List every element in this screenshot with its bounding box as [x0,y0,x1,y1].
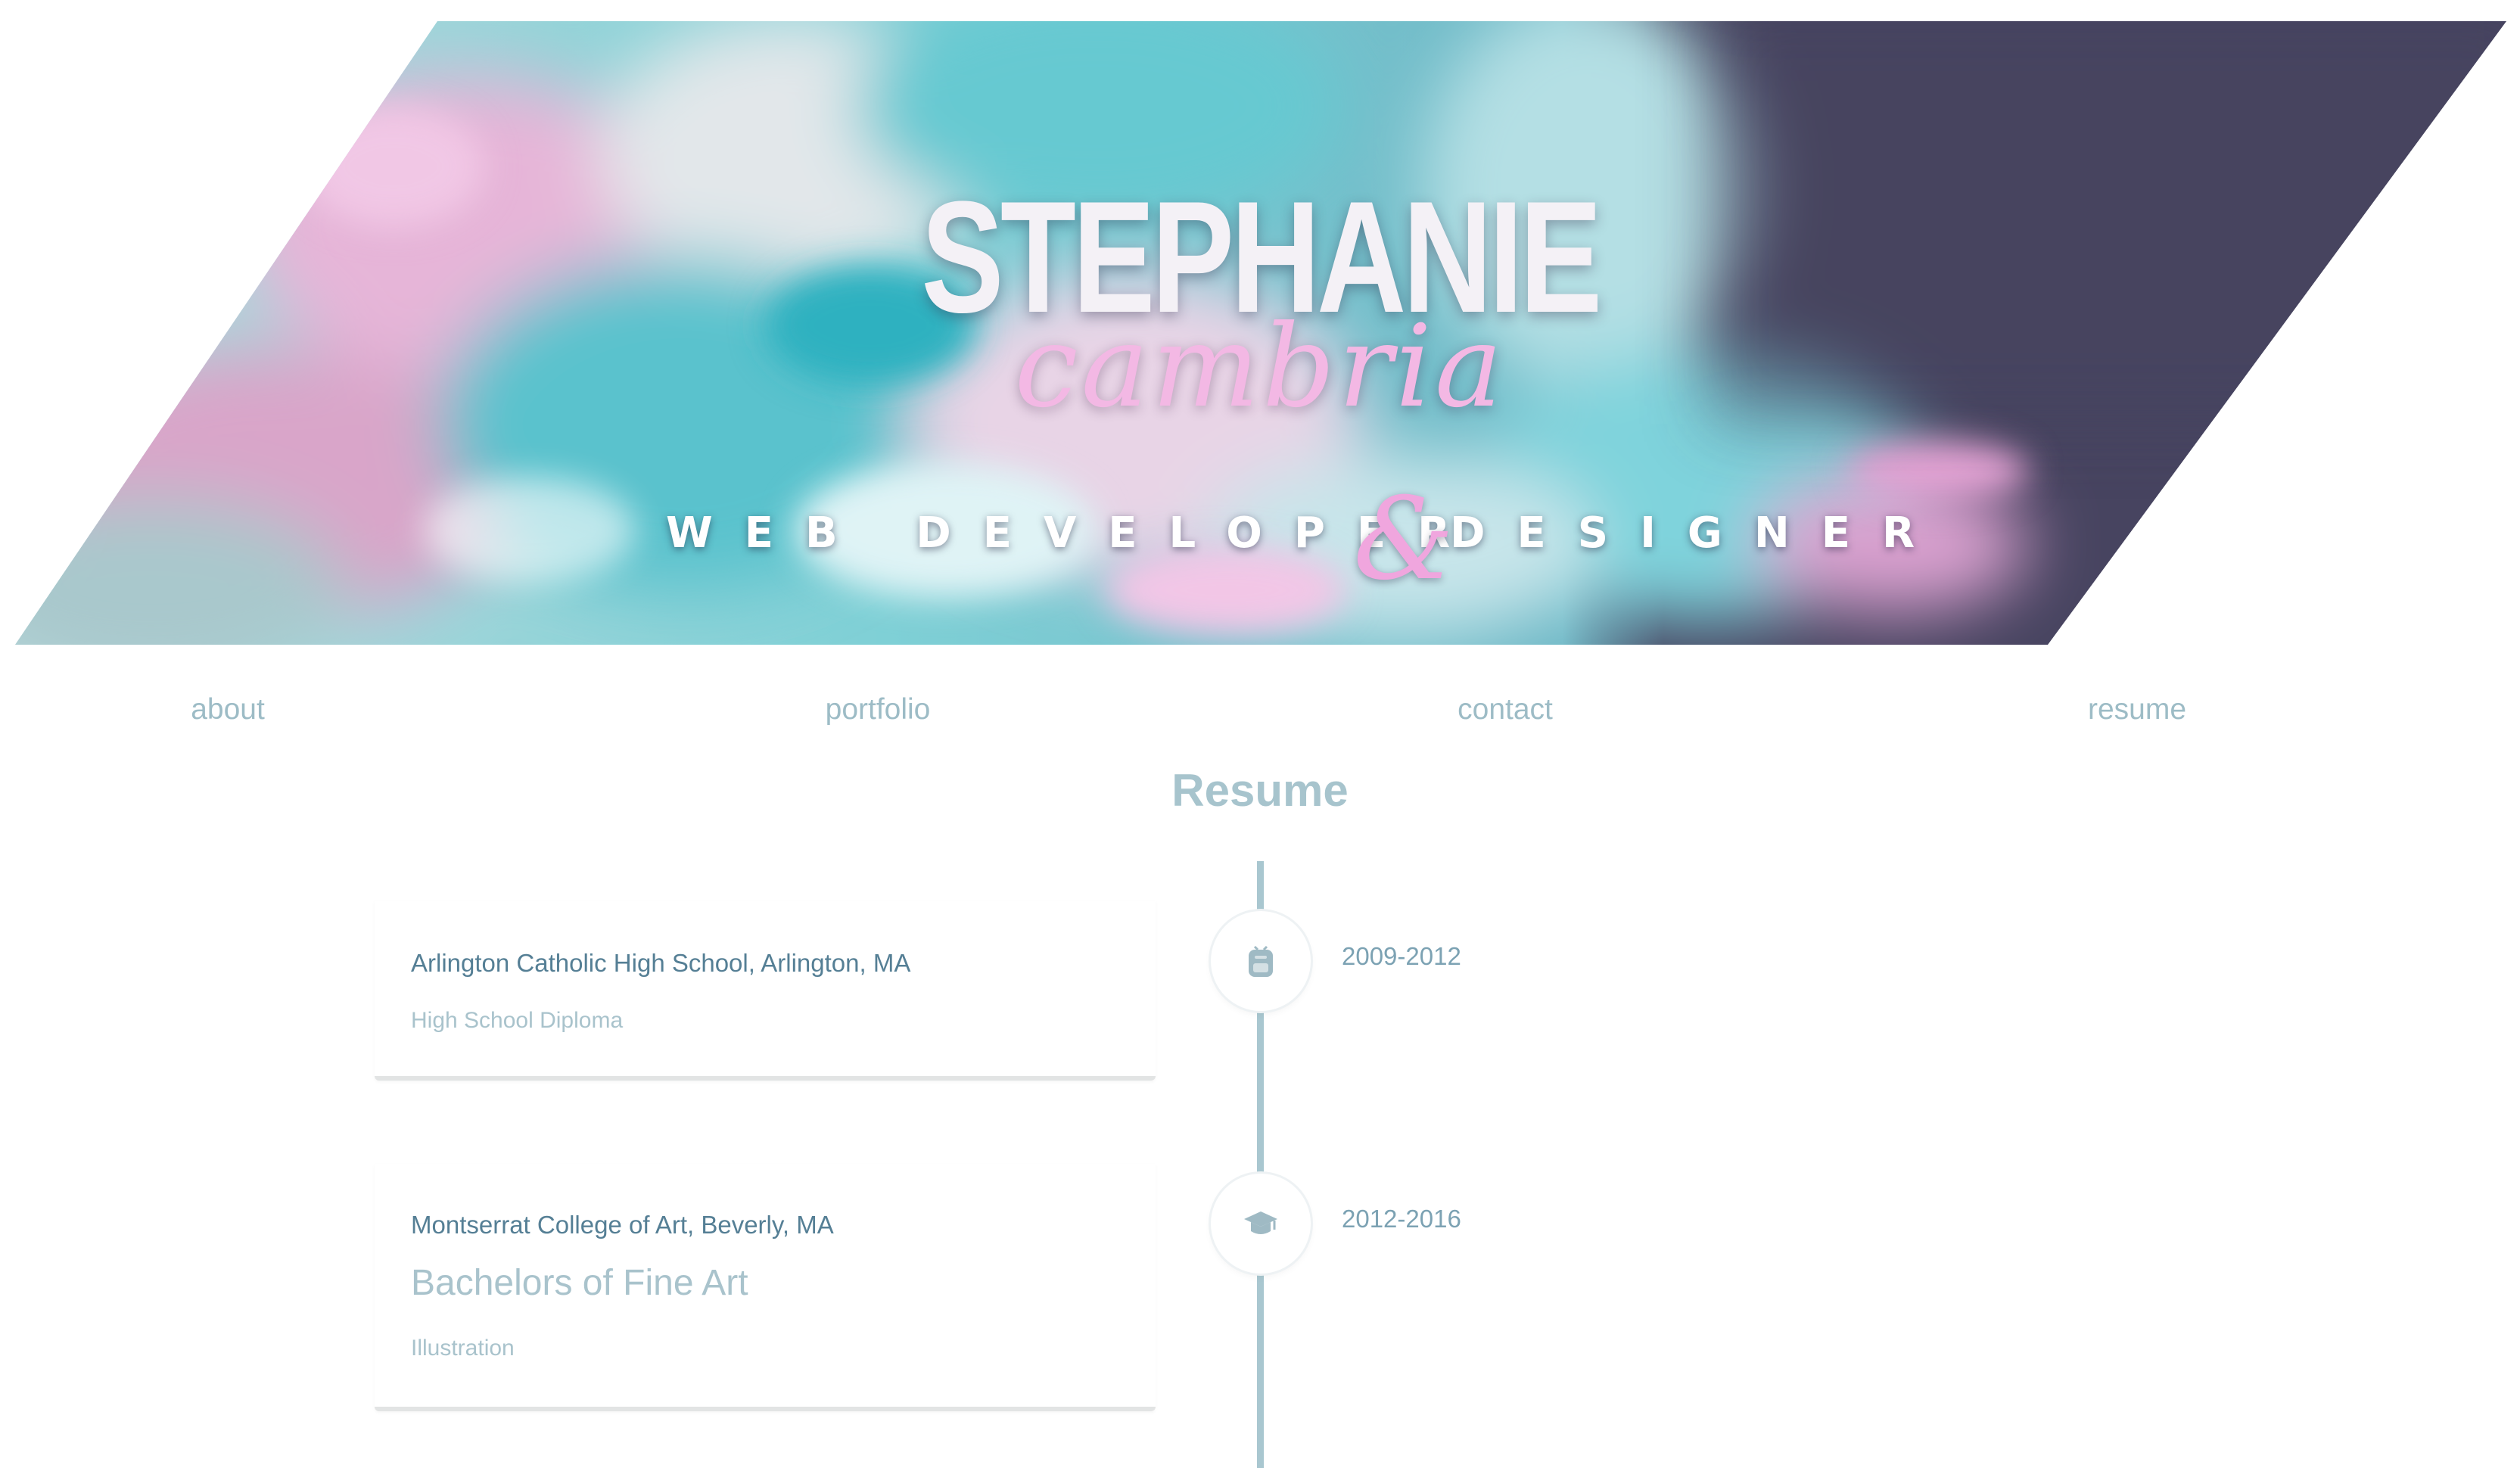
nav-link-about[interactable]: about [191,693,265,726]
backpack-icon [1249,945,1273,977]
page: STEPHANIE cambria WEB DEVELOPER & DESIGN… [0,0,2520,1468]
hero-tagline: WEB DEVELOPER & DESIGNER [0,474,2520,605]
card-school-name: Arlington Catholic High School, Arlingto… [411,949,911,977]
hero-banner: STEPHANIE cambria WEB DEVELOPER & DESIGN… [0,0,2520,651]
timeline-date: 2012-2016 [1342,1205,1461,1233]
card-degree: High School Diploma [411,1008,624,1033]
card-field: Illustration [411,1336,515,1361]
tagline-designer: DESIGNER [1450,509,1947,558]
card-degree: Bachelors of Fine Art [411,1263,748,1303]
timeline-card: Montserrat College of Art, Beverly, MA B… [375,1164,1156,1411]
main-nav: about portfolio contact resume [0,681,2520,734]
card-school-name: Montserrat College of Art, Beverly, MA [411,1211,834,1239]
timeline-date: 2009-2012 [1342,942,1461,970]
nav-link-resume[interactable]: resume [2088,693,2186,726]
graduation-cap-icon [1244,1211,1277,1234]
timeline-card: Arlington Catholic High School, Arlingto… [375,900,1156,1081]
timeline-marker [1211,1174,1311,1274]
tagline-ampersand: & [1353,474,1454,605]
resume-heading: Resume [1171,765,1349,816]
hero-title-group: STEPHANIE cambria WEB DEVELOPER & DESIGN… [0,0,2520,651]
timeline-marker [1211,911,1311,1011]
nav-link-portfolio[interactable]: portfolio [826,693,931,726]
hero-last-name: cambria [1014,301,1506,433]
nav-link-contact[interactable]: contact [1458,693,1553,726]
